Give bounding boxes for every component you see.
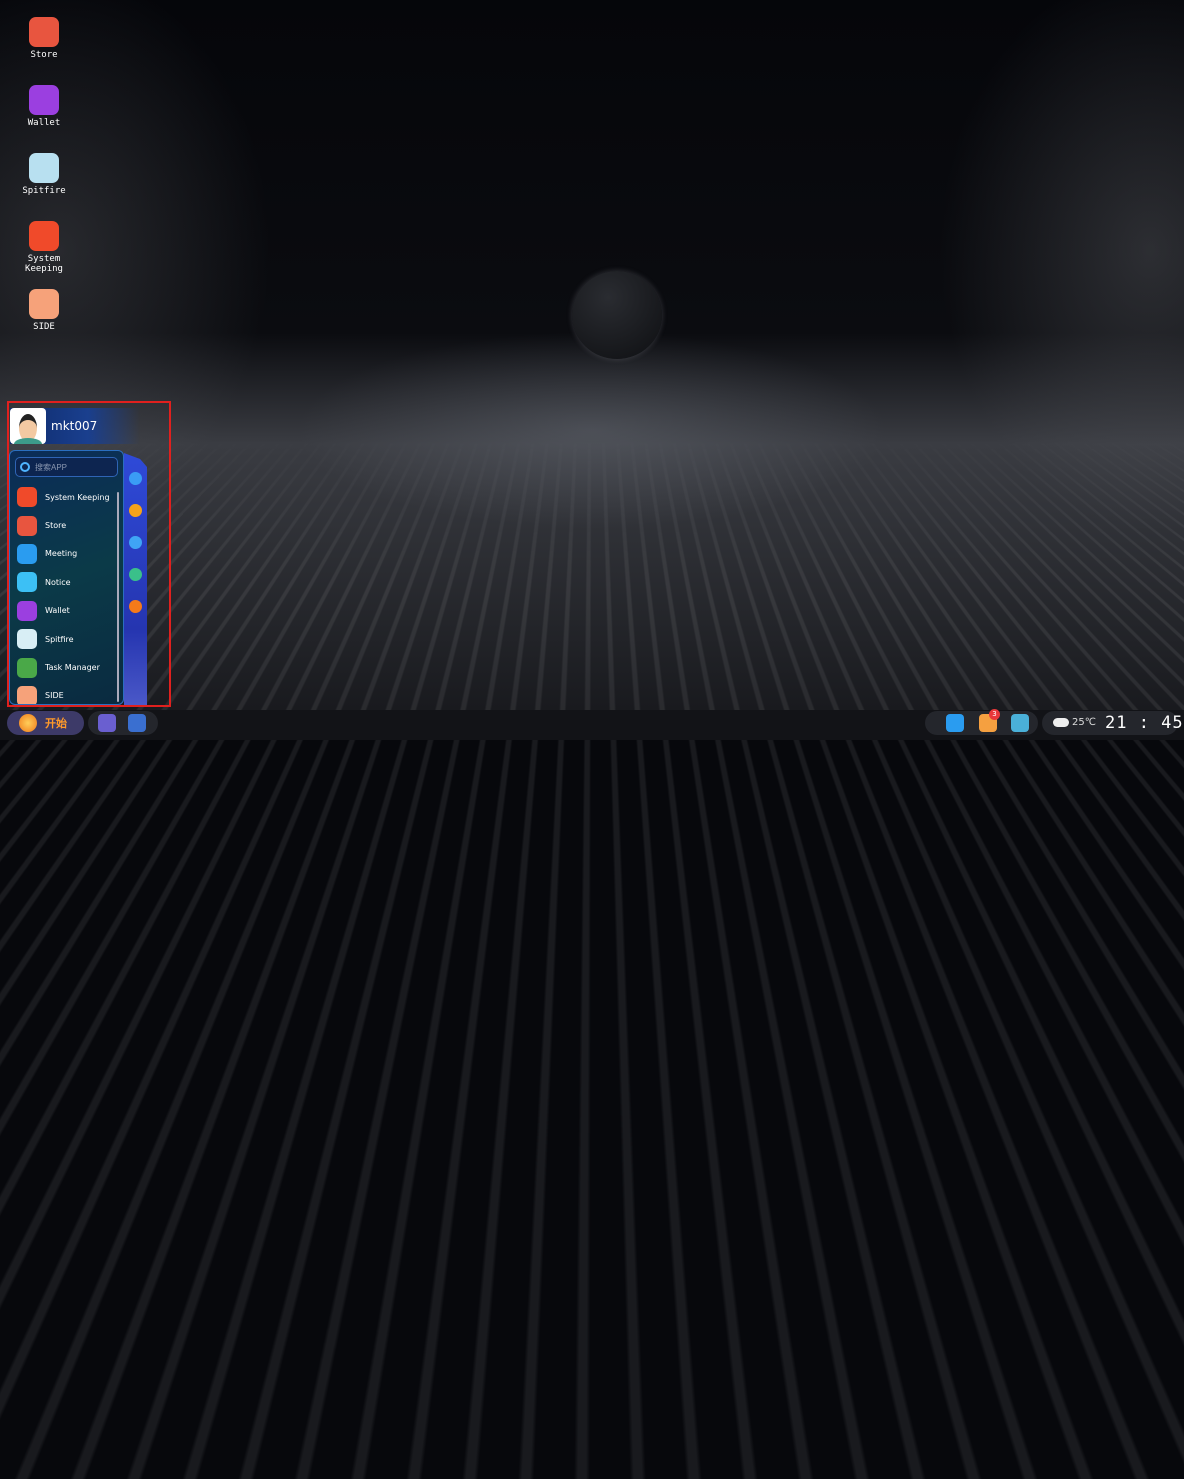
- menu-item[interactable]: SIDE: [10, 682, 123, 704]
- menu-item[interactable]: Meeting: [10, 540, 123, 568]
- wallpaper-sphere: [572, 271, 662, 359]
- gear-icon: [17, 487, 37, 508]
- scrollbar[interactable]: [117, 492, 119, 702]
- menu-item-label: System Keeping: [45, 492, 110, 502]
- spitfire-icon: [29, 153, 59, 183]
- window-icon[interactable]: [129, 536, 142, 549]
- temperature[interactable]: 25℃: [1072, 717, 1096, 728]
- search-input[interactable]: [35, 462, 115, 472]
- desktop-icon-label: Spitfire: [22, 186, 66, 196]
- gear-icon: [29, 221, 59, 251]
- side-icon: [29, 289, 59, 319]
- start-logo-icon: [19, 714, 37, 732]
- search-icon: [20, 462, 30, 472]
- power-icon[interactable]: [129, 600, 142, 613]
- desktop-icon[interactable]: Spitfire: [14, 153, 74, 196]
- store-bag-icon: [17, 515, 37, 536]
- desktop-icon[interactable]: Wallet: [14, 85, 74, 128]
- task-manager-icon: [17, 657, 37, 678]
- monitor-icon[interactable]: [98, 714, 116, 732]
- menu-item[interactable]: Spitfire: [10, 625, 123, 653]
- server-icon[interactable]: [128, 714, 146, 732]
- menu-item-label: Spitfire: [45, 634, 74, 644]
- menu-item-label: Store: [45, 521, 67, 531]
- user-profile[interactable]: mkt007: [10, 408, 140, 444]
- menu-item-label: Wallet: [45, 606, 70, 616]
- bell-icon: [17, 572, 37, 593]
- username: mkt007: [51, 419, 98, 433]
- desktop-icon[interactable]: System Keeping: [14, 221, 74, 274]
- start-button[interactable]: 开始: [7, 711, 84, 735]
- menu-item[interactable]: Wallet: [10, 597, 123, 625]
- notification-badge: 3: [989, 709, 1000, 720]
- menu-item[interactable]: System Keeping: [10, 483, 123, 511]
- desktop-icon[interactable]: Store: [14, 17, 74, 60]
- search-box[interactable]: [15, 457, 118, 477]
- settings-icon[interactable]: [129, 472, 142, 485]
- desktop-icon-label: SIDE: [33, 322, 55, 332]
- menu-item[interactable]: Store: [10, 511, 123, 539]
- menu-item[interactable]: Notice: [10, 568, 123, 596]
- avatar: [10, 408, 46, 444]
- menu-item-label: Notice: [45, 577, 71, 587]
- desktop-icon[interactable]: SIDE: [14, 289, 74, 332]
- desktop-icon-label: Wallet: [27, 118, 61, 128]
- store-bag-icon: [29, 17, 59, 47]
- meeting-icon: [17, 543, 37, 564]
- clock[interactable]: 21 : 45: [1105, 713, 1184, 733]
- menu-item-label: Meeting: [45, 549, 78, 559]
- menu-item[interactable]: Task Manager: [10, 653, 123, 681]
- scissors-icon[interactable]: [1011, 714, 1029, 732]
- wallet-icon: [29, 85, 59, 115]
- wallpaper-floor: [0, 440, 1184, 1479]
- menu-item-label: SIDE: [45, 691, 64, 701]
- meeting-icon[interactable]: [946, 714, 964, 732]
- spitfire-icon: [17, 629, 37, 650]
- wallet-icon: [17, 600, 37, 621]
- help-icon[interactable]: [129, 504, 142, 517]
- home-icon[interactable]: [129, 568, 142, 581]
- desktop-icon-label: Store: [30, 50, 58, 60]
- menu-item-label: Task Manager: [45, 663, 100, 673]
- start-label: 开始: [45, 717, 67, 730]
- start-menu-panel: System Keeping Store Meeting Notice Wallet Sp…: [9, 450, 124, 705]
- cloud-icon: [1053, 718, 1069, 727]
- desktop-icon-label: System Keeping: [25, 254, 63, 274]
- side-icon: [17, 685, 37, 704]
